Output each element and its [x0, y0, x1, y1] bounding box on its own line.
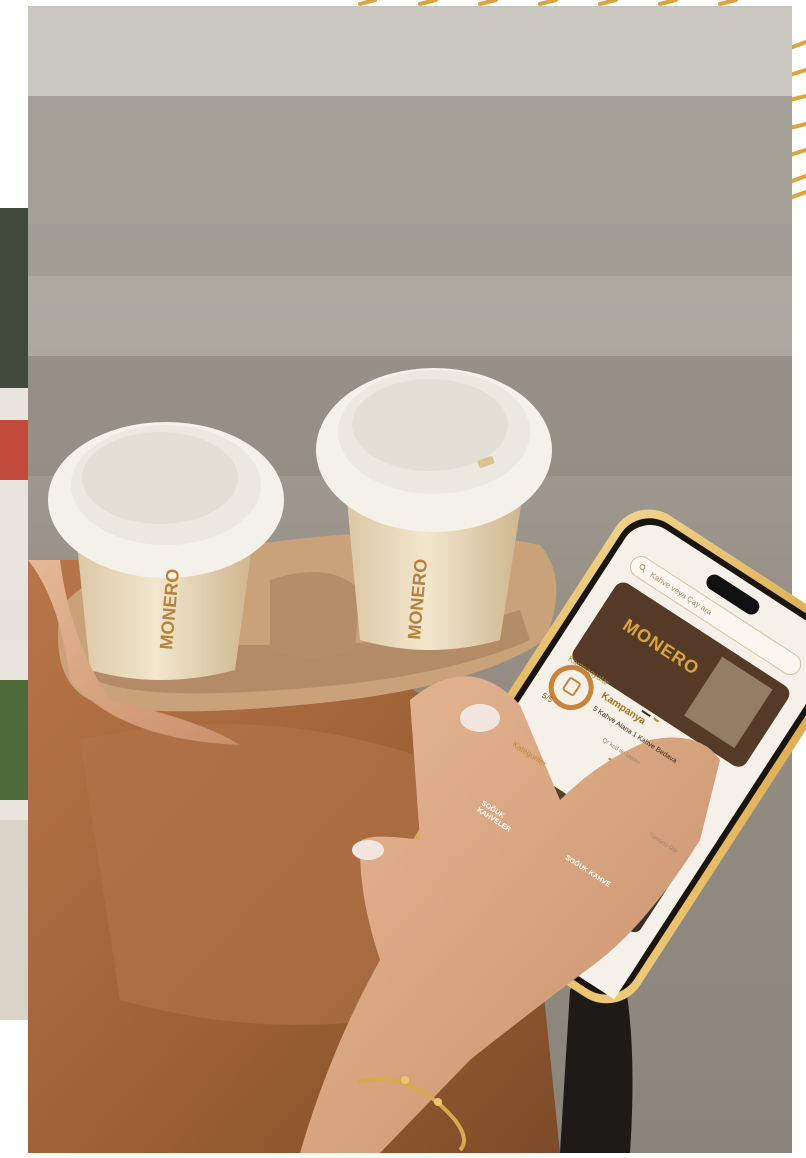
- category-label-cold-coffees: SOĞUK KAHVELER: [475, 800, 512, 834]
- section-title-campaigns: Kampanyalar: [566, 654, 611, 688]
- campaign-qr-link[interactable]: Qr kod ile İzerim: [601, 738, 641, 767]
- brand-logo: MONERO: [619, 614, 704, 680]
- photo-scene: MONERO MONERO Kahve veya Çay ara MONERO …: [0, 0, 806, 1153]
- search-icon: [639, 564, 646, 573]
- cafe-exterior-photo: [0, 208, 30, 1020]
- category-label-cold-coffee: SOĞUK KAHVE: [563, 854, 612, 889]
- see-all-link[interactable]: Tümünü Gör: [647, 832, 679, 855]
- search-placeholder: Kahve veya Çay ara: [648, 569, 714, 617]
- section-title-categories: Kategoriler: [510, 739, 549, 769]
- campaign-progress-label: 5/5: [540, 690, 555, 705]
- thumbnail-nail: [460, 704, 500, 732]
